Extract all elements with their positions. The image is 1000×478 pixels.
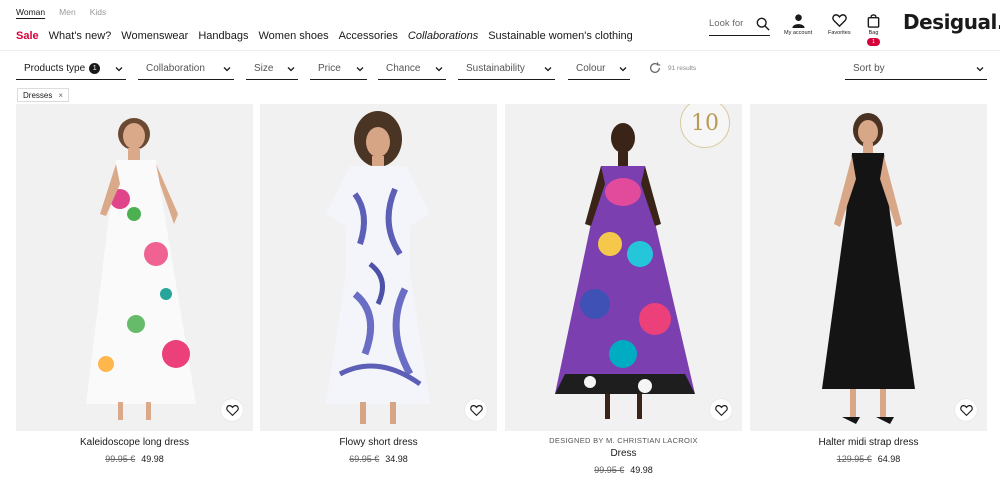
active-filter-chip[interactable]: Dresses ×	[17, 88, 70, 102]
heart-icon	[469, 404, 483, 416]
chevron-down-icon	[223, 66, 231, 71]
search-icon[interactable]	[756, 17, 770, 31]
filter-label: Price	[318, 63, 341, 74]
filter-label: Products type	[24, 63, 86, 74]
nav-handbags[interactable]: Handbags	[198, 30, 248, 42]
product-card[interactable]: 10 DESIGNED BY M. CHRISTIAN LACROIX Dres…	[505, 104, 742, 475]
results-count: 91 results	[648, 61, 696, 75]
filter-price[interactable]: Price	[310, 60, 367, 80]
chevron-down-icon	[115, 66, 123, 71]
dress-photo	[260, 104, 497, 431]
nav-womenswear[interactable]: Womenswear	[121, 30, 188, 42]
nav-sustainable[interactable]: Sustainable women's clothing	[488, 30, 633, 42]
favorite-button[interactable]	[710, 399, 732, 421]
new-price: 49.98	[141, 454, 164, 464]
product-name[interactable]: Halter midi strap dress	[750, 437, 987, 448]
chevron-down-icon	[435, 66, 443, 71]
chevron-down-icon	[619, 66, 627, 71]
old-price: 69.95 €	[349, 454, 380, 464]
heart-icon	[714, 404, 728, 416]
dress-photo	[16, 104, 253, 431]
heart-icon	[225, 404, 239, 416]
nav-collaborations[interactable]: Collaborations	[408, 30, 478, 42]
tab-kids[interactable]: Kids	[90, 7, 107, 17]
sort-by-select[interactable]: Sort by	[845, 60, 987, 80]
chevron-down-icon	[287, 66, 295, 71]
chip-label: Dresses	[23, 90, 53, 100]
product-designer: DESIGNED BY M. CHRISTIAN LACROIX	[549, 436, 698, 445]
dress-photo	[750, 104, 987, 431]
nav-accessories[interactable]: Accessories	[339, 30, 398, 42]
filter-sustainability[interactable]: Sustainability	[458, 60, 555, 80]
chevron-down-icon	[356, 66, 364, 71]
bag-icon	[867, 14, 880, 28]
product-image[interactable]: 10	[505, 104, 742, 431]
results-text: 91 results	[668, 64, 697, 72]
favorites-button[interactable]: Favorites	[828, 13, 851, 36]
refresh-icon[interactable]	[648, 61, 662, 75]
user-icon	[791, 14, 805, 28]
product-image[interactable]	[16, 104, 253, 431]
filter-collaboration[interactable]: Collaboration	[138, 60, 234, 80]
filter-size[interactable]: Size	[246, 60, 298, 80]
filter-label: Colour	[576, 63, 606, 74]
favorite-button[interactable]	[221, 399, 243, 421]
tab-woman[interactable]: Woman	[16, 7, 45, 17]
favorite-button[interactable]	[955, 399, 977, 421]
new-price: 34.98	[385, 454, 408, 464]
old-price: 99.95 €	[105, 454, 136, 464]
main-nav: Sale What's new? Womenswear Handbags Wom…	[16, 30, 633, 42]
product-prices: 99.95 € 49.98	[505, 465, 742, 475]
product-image[interactable]	[750, 104, 987, 431]
bag-button[interactable]: Bag 1	[866, 13, 881, 46]
dress-photo	[505, 104, 742, 431]
my-account-label: My account	[784, 30, 813, 36]
product-card[interactable]: Kaleidoscope long dress 99.95 € 49.98	[16, 104, 253, 464]
filter-label: Size	[254, 63, 274, 74]
new-price: 64.98	[877, 454, 901, 464]
header-divider	[0, 50, 1000, 51]
bag-label: Bag	[868, 30, 879, 36]
logo[interactable]: Desigual.	[903, 10, 1000, 34]
heart-icon	[832, 14, 847, 28]
my-account-button[interactable]: My account	[784, 13, 812, 36]
product-image[interactable]	[260, 104, 497, 431]
nav-women-shoes[interactable]: Women shoes	[258, 30, 328, 42]
filter-colour[interactable]: Colour	[568, 60, 630, 80]
new-price: 49.98	[630, 465, 653, 475]
filter-label: Sustainability	[466, 63, 525, 74]
heart-icon	[959, 404, 973, 416]
filter-label: Collaboration	[146, 63, 205, 74]
chevron-down-icon	[544, 66, 552, 71]
nav-sale[interactable]: Sale	[16, 30, 39, 42]
old-price: 129.95 €	[836, 454, 872, 464]
product-name[interactable]: Kaleidoscope long dress	[16, 437, 253, 448]
filter-count-badge: 1	[89, 63, 101, 74]
search-placeholder: Look for	[709, 18, 744, 29]
close-icon[interactable]: ×	[58, 91, 63, 100]
product-prices: 69.95 € 34.98	[260, 454, 497, 464]
filter-label: Chance	[386, 63, 421, 74]
bag-count-badge: 1	[867, 38, 880, 46]
product-prices: 99.95 € 49.98	[16, 454, 253, 464]
product-prices: 129.95 € 64.98	[750, 454, 987, 464]
search-input[interactable]: Look for	[709, 12, 770, 36]
gender-tabs: Woman Men Kids	[16, 7, 106, 17]
tab-men[interactable]: Men	[59, 7, 76, 17]
favorites-label: Favorites	[828, 30, 851, 36]
product-card[interactable]: Flowy short dress 69.95 € 34.98	[260, 104, 497, 464]
sort-by-label: Sort by	[853, 63, 885, 74]
product-name[interactable]: Dress	[505, 448, 742, 459]
old-price: 99.95 €	[594, 465, 625, 475]
nav-whats-new[interactable]: What's new?	[49, 30, 112, 42]
filter-chance[interactable]: Chance	[378, 60, 446, 80]
product-name[interactable]: Flowy short dress	[260, 437, 497, 448]
filter-products-type[interactable]: Products type 1	[16, 60, 126, 80]
favorite-button[interactable]	[465, 399, 487, 421]
product-card[interactable]: Halter midi strap dress 129.95 € 64.98	[750, 104, 987, 464]
chevron-down-icon	[976, 66, 984, 71]
